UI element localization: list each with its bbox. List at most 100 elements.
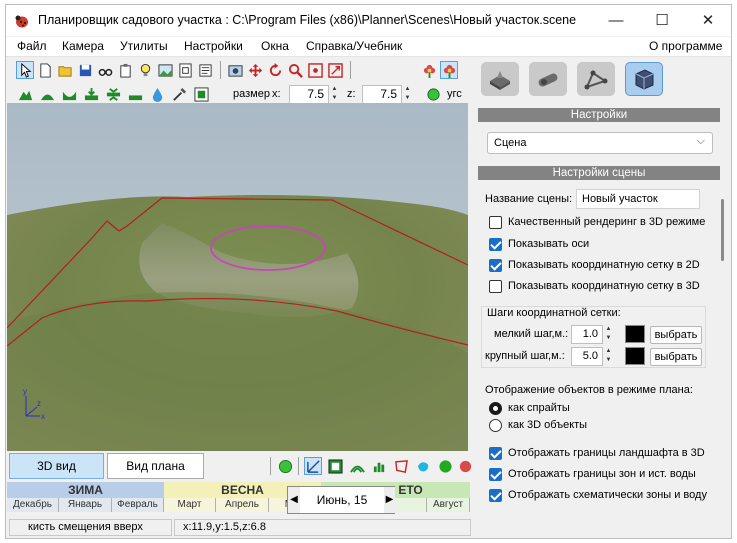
terrain-smooth-icon[interactable] bbox=[104, 85, 122, 103]
picture-icon[interactable] bbox=[156, 61, 174, 79]
settings-dropdown[interactable]: Сцена ⌵ bbox=[487, 132, 713, 154]
prev-day-button[interactable]: ◀ bbox=[288, 487, 300, 513]
grid-3d-checkbox[interactable] bbox=[489, 280, 502, 293]
zoom-icon[interactable] bbox=[286, 61, 304, 79]
objects-mode-button[interactable] bbox=[529, 62, 567, 96]
terrain-pit-icon[interactable] bbox=[60, 85, 78, 103]
month-december[interactable]: Декабрь bbox=[7, 498, 59, 512]
rotate-icon[interactable] bbox=[266, 61, 284, 79]
fit-view-icon[interactable] bbox=[326, 61, 344, 79]
settings-panel: Настройки Сцена ⌵ Настройки сцены Назван… bbox=[472, 57, 731, 515]
large-step-choose-button[interactable]: выбрать bbox=[650, 348, 702, 366]
terrain-flatten-icon[interactable] bbox=[82, 85, 100, 103]
camera-icon[interactable] bbox=[226, 61, 244, 79]
pointer-tool-icon[interactable] bbox=[16, 61, 34, 79]
month-january[interactable]: Январь bbox=[59, 498, 112, 512]
menu-settings[interactable]: Настройки bbox=[184, 39, 243, 53]
print-preview-icon[interactable] bbox=[176, 61, 194, 79]
hq-render-label: Качественный рендеринг в 3D режиме bbox=[508, 216, 706, 228]
slope-tool-icon[interactable] bbox=[348, 457, 366, 475]
grid-2d-checkbox[interactable] bbox=[489, 259, 502, 272]
terrain-raise-icon[interactable] bbox=[16, 85, 34, 103]
month-march[interactable]: Март bbox=[164, 498, 216, 512]
menu-about[interactable]: О программе bbox=[649, 39, 722, 53]
histogram-tool-icon[interactable] bbox=[370, 457, 388, 475]
zone-bounds-label: Отображать границы зон и ист. воды bbox=[508, 468, 696, 480]
water-tool-icon[interactable] bbox=[414, 457, 432, 475]
center-view-icon[interactable] bbox=[306, 61, 324, 79]
terrain-mode-button[interactable] bbox=[481, 62, 519, 96]
sprites-radio[interactable] bbox=[489, 402, 502, 415]
eyedropper-icon[interactable] bbox=[170, 85, 188, 103]
schematic-zones-label: Отображать схематически зоны и воду bbox=[508, 489, 707, 501]
small-step-choose-button[interactable]: выбрать bbox=[650, 326, 702, 344]
flower-tool-active-icon[interactable] bbox=[440, 61, 458, 79]
move-icon[interactable] bbox=[246, 61, 264, 79]
menu-help[interactable]: Справка/Учебник bbox=[306, 39, 402, 53]
document-icon[interactable] bbox=[196, 61, 214, 79]
month-february[interactable]: Февраль bbox=[112, 498, 164, 512]
show-axes-checkbox[interactable] bbox=[489, 238, 502, 251]
scene-name-input[interactable]: Новый участок bbox=[576, 189, 700, 209]
size-z-input[interactable]: 7.5 bbox=[362, 85, 402, 104]
season-summer-label: ЕТО bbox=[398, 483, 423, 497]
frame-tool-icon[interactable] bbox=[326, 457, 344, 475]
settings-scrollbar[interactable] bbox=[721, 199, 724, 261]
status-coords: x:11.9,y:1.5,z:6.8 bbox=[174, 519, 471, 536]
zone-tool-icon[interactable] bbox=[392, 457, 410, 475]
axis-tool-icon[interactable] bbox=[304, 457, 322, 475]
axis-z-label: z bbox=[37, 399, 41, 408]
small-step-color[interactable] bbox=[625, 325, 645, 343]
maximize-button[interactable]: ☐ bbox=[639, 5, 685, 36]
title-bar: Планировщик садового участка : C:\Progra… bbox=[6, 5, 731, 36]
hq-render-checkbox[interactable] bbox=[489, 216, 502, 229]
water-drop-icon[interactable] bbox=[148, 85, 166, 103]
object-toolbar bbox=[270, 455, 471, 478]
menu-camera[interactable]: Камера bbox=[62, 39, 104, 53]
texture-icon[interactable] bbox=[192, 85, 210, 103]
scene-settings-scroll[interactable]: Название сцены: Новый участок Качественн… bbox=[478, 181, 723, 511]
small-step-spinner[interactable]: ▲ ▼ bbox=[604, 325, 613, 344]
terrain-hill-icon[interactable] bbox=[38, 85, 56, 103]
green-ball-icon[interactable] bbox=[276, 457, 294, 475]
green-dot-icon[interactable] bbox=[424, 85, 442, 103]
binoculars-icon[interactable] bbox=[96, 61, 114, 79]
minimize-button[interactable]: — bbox=[593, 5, 639, 36]
clipboard-icon[interactable] bbox=[116, 61, 134, 79]
menu-bar: Файл Камера Утилиты Настройки Окна Справ… bbox=[6, 37, 731, 57]
status-bar: кисть смещения вверх x:11.9,y:1.5,z:6.8 bbox=[6, 517, 731, 538]
schematic-zones-checkbox[interactable] bbox=[489, 489, 502, 502]
menu-file[interactable]: Файл bbox=[17, 39, 47, 53]
small-step-label: мелкий шаг,м.: bbox=[494, 328, 569, 340]
flower-tool-icon[interactable] bbox=[420, 61, 438, 79]
next-day-button[interactable]: ▶ bbox=[384, 487, 395, 513]
main-toolbar bbox=[10, 59, 470, 82]
month-august[interactable]: Август bbox=[427, 498, 470, 512]
close-button[interactable]: ✕ bbox=[685, 5, 731, 36]
large-step-input[interactable]: 5.0 bbox=[571, 347, 603, 366]
landscape-bounds-checkbox[interactable] bbox=[489, 447, 502, 460]
3d-viewport[interactable]: y x z bbox=[7, 103, 468, 451]
size-z-spinner[interactable]: ▲ ▼ bbox=[403, 85, 412, 104]
size-x-input[interactable]: 7.5 bbox=[289, 85, 329, 104]
paths-mode-button[interactable] bbox=[577, 62, 615, 96]
settings-mode-button[interactable] bbox=[625, 62, 663, 96]
tab-plan-view[interactable]: Вид плана bbox=[107, 453, 204, 479]
large-step-color[interactable] bbox=[625, 347, 645, 365]
large-step-label: крупный шаг,м.: bbox=[485, 350, 565, 362]
menu-windows[interactable]: Окна bbox=[261, 39, 289, 53]
save-icon[interactable] bbox=[76, 61, 94, 79]
tab-3d-view[interactable]: 3D вид bbox=[9, 453, 104, 479]
large-step-spinner[interactable]: ▲ ▼ bbox=[604, 347, 613, 366]
open-folder-icon[interactable] bbox=[56, 61, 74, 79]
small-step-input[interactable]: 1.0 bbox=[571, 325, 603, 344]
new-file-icon[interactable] bbox=[36, 61, 54, 79]
objects-3d-radio[interactable] bbox=[489, 419, 502, 432]
zone-bounds-checkbox[interactable] bbox=[489, 468, 502, 481]
terrain-level-icon[interactable] bbox=[126, 85, 144, 103]
menu-utilities[interactable]: Утилиты bbox=[120, 39, 168, 53]
bush-tool-icon[interactable] bbox=[436, 457, 454, 475]
bulb-icon[interactable] bbox=[136, 61, 154, 79]
month-april[interactable]: Апрель bbox=[216, 498, 269, 512]
size-x-spinner[interactable]: ▲ ▼ bbox=[330, 85, 339, 104]
